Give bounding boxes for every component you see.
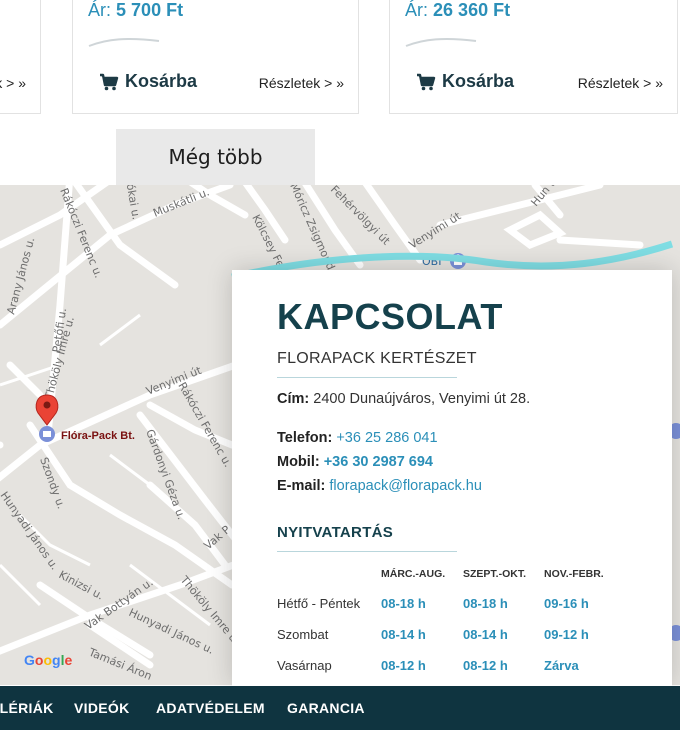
address-label: Cím:	[277, 391, 310, 407]
nav-item-warranty[interactable]: GARANCIA	[287, 700, 365, 716]
footer-nav: GALÉRIÁK VIDEÓK ADATVÉDELEM GARANCIA	[0, 686, 680, 730]
add-to-cart-button[interactable]: Kosárba	[99, 71, 197, 92]
hours-cell: 08-14 h	[463, 627, 508, 642]
marker-label: Flóra-Pack Bt.	[61, 430, 135, 442]
hours-cell: 08-18 h	[381, 596, 426, 611]
product-card: Részletek > »	[0, 0, 41, 114]
details-link[interactable]: Részletek > »	[578, 75, 663, 91]
google-logo: Google	[24, 652, 72, 668]
mobile-line: Mobil: +36 30 2987 694	[277, 454, 433, 470]
day-label: Hétfő - Péntek	[277, 596, 361, 611]
contact-panel: KAPCSOLAT FLORAPACK KERTÉSZET Cím: 2400 …	[232, 270, 672, 686]
hours-cell: 09-12 h	[544, 627, 589, 642]
mobile-link[interactable]: +36 30 2987 694	[324, 454, 433, 470]
hours-cell: Zárva	[544, 658, 579, 673]
hours-cell: 08-12 h	[381, 658, 426, 673]
load-more-button[interactable]: Még több	[116, 129, 315, 185]
phone-link[interactable]: +36 25 286 041	[336, 430, 437, 446]
nav-item-privacy[interactable]: ADATVÉDELEM	[156, 700, 265, 716]
cart-label: Kosárba	[442, 71, 515, 91]
cart-icon	[100, 73, 119, 90]
mobile-label: Mobil:	[277, 454, 320, 470]
hours-cell: 08-12 h	[463, 658, 508, 673]
cart-label: Kosárba	[125, 71, 198, 91]
hours-cell: 08-14 h	[381, 627, 426, 642]
divider	[277, 377, 457, 378]
decorative-swoosh	[405, 37, 477, 47]
product-card: Ár: 5 700 Ft Kosárba Részletek > »	[72, 0, 359, 114]
cart-icon	[417, 73, 436, 90]
nav-item-galleries[interactable]: GALÉRIÁK	[0, 700, 54, 716]
opening-hours-title: NYITVATARTÁS	[277, 524, 394, 541]
hours-cell: 08-18 h	[463, 596, 508, 611]
season-header: SZEPT.-OKT.	[463, 568, 527, 580]
email-label: E-mail:	[277, 478, 326, 494]
details-link[interactable]: Részletek > »	[259, 75, 344, 91]
phone-line: Telefon: +36 25 286 041	[277, 430, 438, 446]
email-line: E-mail: florapack@florapack.hu	[277, 478, 482, 494]
season-header: NOV.-FEBR.	[544, 568, 604, 580]
details-link[interactable]: Részletek > »	[0, 75, 26, 91]
phone-label: Telefon:	[277, 430, 333, 446]
contact-title: KAPCSOLAT	[277, 296, 503, 337]
price-value: 5 700 Ft	[116, 0, 184, 20]
product-price: Ár: 5 700 Ft	[88, 0, 183, 21]
address-value: 2400 Dunaújváros, Venyimi út 28.	[313, 391, 531, 407]
product-price: Ár: 26 360 Ft	[405, 0, 510, 21]
divider	[277, 551, 457, 552]
price-label: Ár:	[88, 0, 112, 20]
nav-item-videos[interactable]: VIDEÓK	[74, 700, 129, 716]
email-link[interactable]: florapack@florapack.hu	[329, 478, 482, 494]
price-label: Ár:	[405, 0, 429, 20]
product-card: Ár: 26 360 Ft Kosárba Részletek > »	[389, 0, 678, 114]
price-value: 26 360 Ft	[433, 0, 511, 20]
decorative-swoosh	[88, 37, 160, 47]
hours-cell: 09-16 h	[544, 596, 589, 611]
season-header: MÁRC.-AUG.	[381, 568, 446, 580]
day-label: Vasárnap	[277, 658, 332, 673]
day-label: Szombat	[277, 627, 329, 642]
contact-subtitle: FLORAPACK KERTÉSZET	[277, 350, 477, 367]
address-line: Cím: 2400 Dunaújváros, Venyimi út 28.	[277, 391, 530, 407]
page: Részletek > » Ár: 5 700 Ft Kosárba Részl…	[0, 0, 680, 730]
add-to-cart-button[interactable]: Kosárba	[416, 71, 514, 92]
